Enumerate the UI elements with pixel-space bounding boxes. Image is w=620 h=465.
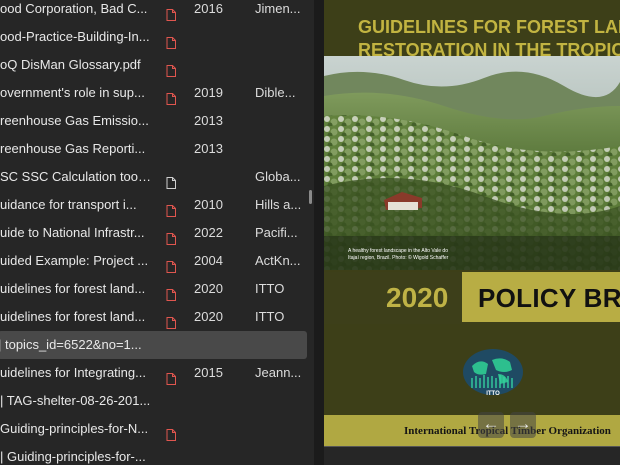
list-item[interactable]: | TAG-shelter-08-26-201... [0, 387, 310, 415]
item-year: 2004 [194, 253, 223, 268]
item-title: | topics_id=6522&no=1... [0, 337, 142, 352]
item-author: ITTO [255, 309, 285, 324]
item-title: uide to National Infrastr... [0, 225, 145, 240]
item-year: 2022 [194, 225, 223, 240]
item-title: uidance for transport i... [0, 197, 137, 212]
document-cover: GUIDELINES FOR FOREST LANDSCAPE RESTORAT… [324, 0, 620, 447]
items-list: ood Corporation, Bad C... 2016 Jimen... ood… [0, 0, 314, 465]
list-item[interactable]: ood Corporation, Bad C... 2016 Jimen... [0, 0, 310, 23]
list-item[interactable]: | Guiding-principles-for-... [0, 443, 310, 465]
list-item[interactable]: reenhouse Gas Reporti... 2013 [0, 135, 310, 163]
item-title: ood-Practice-Building-In... [0, 29, 150, 44]
item-author: Jimen... [255, 1, 301, 16]
item-author: Dible... [255, 85, 296, 100]
previous-page-button[interactable]: ← [478, 412, 504, 438]
arrow-left-icon: ← [482, 414, 500, 433]
pdf-icon [166, 31, 176, 49]
item-year: 2020 [194, 281, 223, 296]
list-item[interactable]: uided Example: Project ... 2004 ActKn... [0, 247, 310, 275]
item-title: uided Example: Project ... [0, 253, 149, 268]
pdf-icon [166, 255, 176, 273]
cover-photo-caption: A healthy forest landscape in the Alto V… [348, 248, 449, 261]
item-title: uidelines for forest land... [0, 281, 146, 296]
cover-policy-label: POLICY BRIEF [478, 283, 620, 313]
cover-year: 2020 [386, 282, 449, 313]
item-author: ITTO [255, 281, 285, 296]
item-title: ood Corporation, Bad C... [0, 1, 148, 16]
item-author: ActKn... [255, 253, 301, 268]
pdf-icon [166, 3, 176, 21]
list-item[interactable]: uidelines for forest land... 2020 ITTO [0, 303, 310, 331]
arrow-right-icon: → [514, 414, 532, 433]
list-item[interactable]: reenhouse Gas Emissio... 2013 [0, 107, 310, 135]
list-item[interactable]: uidelines for forest land... 2020 ITTO [0, 275, 310, 303]
item-title: SC SSC Calculation tool_... [0, 169, 152, 184]
pdf-icon [166, 423, 176, 441]
item-title: | TAG-shelter-08-26-201... [0, 393, 151, 408]
cover-photo [324, 56, 620, 270]
item-title: reenhouse Gas Reporti... [0, 141, 146, 156]
item-year: 2010 [194, 197, 223, 212]
pdf-icon [166, 59, 176, 77]
pdf-icon [166, 199, 176, 217]
item-year: 2016 [194, 1, 223, 16]
pdf-icon [166, 283, 176, 301]
pdf-icon [166, 87, 176, 105]
list-item[interactable]: uidance for transport i... 2010 Hills a... [0, 191, 310, 219]
next-page-button[interactable]: → [510, 412, 536, 438]
list-item[interactable]: SC SSC Calculation tool_... Globa... [0, 163, 310, 191]
item-author: Globa... [255, 169, 301, 184]
list-item[interactable]: uidelines for Integrating... 2015 Jeann... [0, 359, 310, 387]
item-title: | Guiding-principles-for-... [0, 449, 146, 464]
itto-logo: ITTO [463, 349, 523, 397]
pdf-icon [166, 311, 176, 329]
cover-organization: International Tropical Timber Organizati… [404, 425, 611, 437]
preview-pane: GUIDELINES FOR FOREST LANDSCAPE RESTORAT… [324, 0, 620, 465]
list-item[interactable]: | topics_id=6522&no=1... [0, 331, 307, 359]
item-title: uidelines for forest land... [0, 309, 146, 324]
item-year: 2019 [194, 85, 223, 100]
pane-divider[interactable] [314, 0, 324, 465]
itto-logo-text: ITTO [486, 391, 500, 397]
item-author: Pacifi... [255, 225, 298, 240]
item-author: Jeann... [255, 365, 302, 380]
list-scrollbar[interactable] [309, 190, 312, 204]
item-title: Guiding-principles-for-N... [0, 421, 149, 436]
item-title: oQ DisMan Glossary.pdf [0, 57, 141, 72]
item-title: reenhouse Gas Emissio... [0, 113, 149, 128]
item-author: Hills a... [255, 197, 302, 212]
item-year: 2020 [194, 309, 223, 324]
list-item[interactable]: overnment's role in sup... 2019 Dible... [0, 79, 310, 107]
cover-title-line-1: GUIDELINES FOR FOREST LANDSCAPE [358, 17, 620, 37]
item-title: uidelines for Integrating... [0, 365, 146, 380]
item-year: 2013 [194, 113, 223, 128]
list-item[interactable]: Guiding-principles-for-N... [0, 415, 310, 443]
item-year: 2015 [194, 365, 223, 380]
list-item[interactable]: ood-Practice-Building-In... [0, 23, 310, 51]
item-year: 2013 [194, 141, 223, 156]
list-item[interactable]: uide to National Infrastr... 2022 Pacifi..… [0, 219, 310, 247]
document-icon [166, 171, 176, 189]
item-title: overnment's role in sup... [0, 85, 145, 100]
pdf-icon [166, 367, 176, 385]
list-item[interactable]: oQ DisMan Glossary.pdf [0, 51, 310, 79]
pdf-icon [166, 227, 176, 245]
